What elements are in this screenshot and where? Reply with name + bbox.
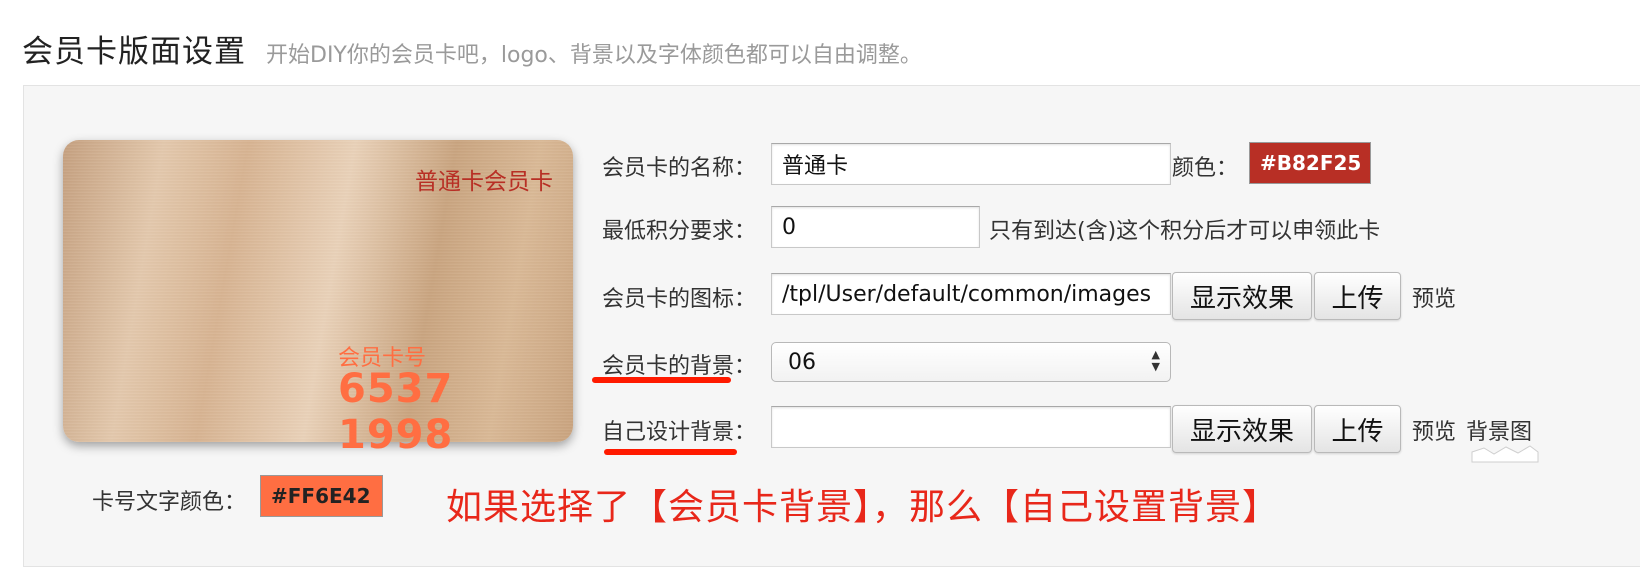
icon-upload-button[interactable]: 上传 [1314,272,1401,320]
card-background-value: 06 [788,349,816,375]
annotation-underline-background [592,377,731,383]
select-arrows-icon: ▲ ▼ [1151,348,1160,373]
min-points-input[interactable]: 0 [771,206,980,248]
number-color-picker[interactable]: #FF6E42 [260,475,383,517]
name-color-picker[interactable]: #B82F25 [1249,142,1371,184]
card-icon-input[interactable]: /tpl/User/default/common/images [771,273,1171,315]
custom-background-input[interactable] [771,406,1171,448]
page-header: 会员卡版面设置 开始DIY你的会员卡吧，logo、背景以及字体颜色都可以自由调整… [22,26,922,70]
card-icon-label: 会员卡的图标： [602,287,757,312]
card-background-select[interactable]: 06 ▲ ▼ [771,342,1171,382]
icon-show-effect-button[interactable]: 显示效果 [1172,272,1312,320]
annotation-underline-custom-bg [604,449,737,455]
card-name-label: 会员卡的名称： [602,156,757,181]
color-label: 颜色： [1172,156,1239,181]
member-card-preview: 普通卡会员卡 会员卡号 6537 1998 [63,140,573,458]
card-number: 6537 1998 [338,366,454,458]
torn-edge-decoration [1471,445,1539,463]
bg-upload-button[interactable]: 上传 [1314,405,1401,453]
icon-preview-link[interactable]: 预览 [1412,281,1456,313]
custom-background-label: 自己设计背景： [602,420,757,445]
card-background-label: 会员卡的背景： [602,354,757,379]
page-title: 会员卡版面设置 [22,34,246,70]
annotation-note: 如果选择了【会员卡背景】，那么【自己设置背景】 [446,487,1280,528]
bg-preview-link[interactable]: 预览 [1412,414,1456,446]
min-points-label: 最低积分要求： [602,219,757,244]
number-color-label: 卡号文字颜色： [92,490,247,515]
page-subtitle: 开始DIY你的会员卡吧，logo、背景以及字体颜色都可以自由调整。 [266,43,922,68]
card-name-input[interactable]: 普通卡 [771,143,1171,185]
bg-show-effect-button[interactable]: 显示效果 [1172,405,1312,453]
min-points-hint: 只有到达(含)这个积分后才可以申领此卡 [989,219,1381,244]
card-name-text: 普通卡会员卡 [415,169,553,195]
